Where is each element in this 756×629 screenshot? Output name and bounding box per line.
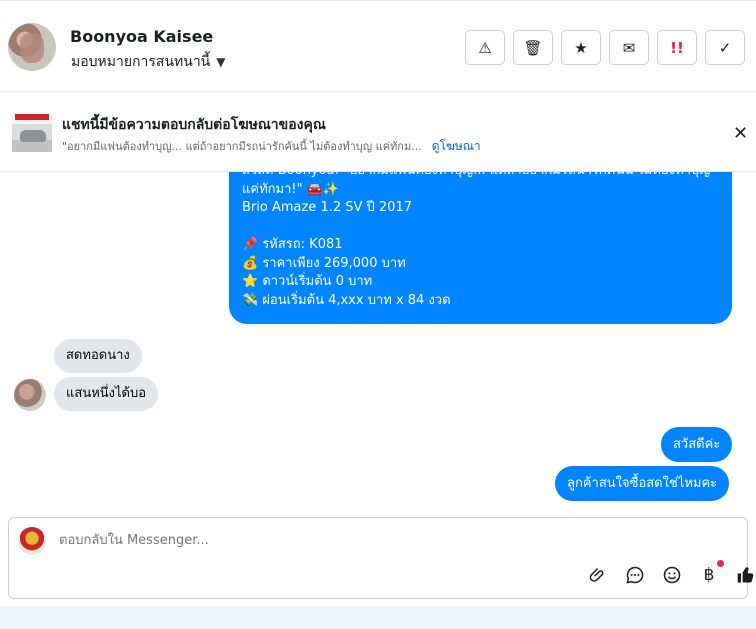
baht-icon[interactable]: ฿ xyxy=(698,560,724,586)
message-line: แค่ทักมา!" 🚘✨ xyxy=(242,181,340,197)
caret-down-icon: ▼ xyxy=(216,55,226,69)
done-button[interactable]: ✓ xyxy=(705,30,745,65)
important-button[interactable]: !! xyxy=(657,30,697,65)
ad-banner-title: แชทนี้มีข้อความตอบกลับต่อโฆษณาของคุณ xyxy=(62,117,326,133)
incoming-message-bubble[interactable]: สดทอดนาง xyxy=(54,339,142,373)
contact-avatar-small[interactable] xyxy=(14,379,46,411)
warning-button[interactable]: ⚠ xyxy=(465,30,505,65)
ad-excerpt: "อยากมีแฟนต้องทำบุญ... แต่ถ้าอยากมีรถน่า… xyxy=(62,140,422,153)
thumbs-up-icon[interactable] xyxy=(735,564,756,586)
composer-toolbar: ฿ xyxy=(587,560,756,586)
delete-button[interactable]: 🗑 xyxy=(513,30,553,65)
notification-dot xyxy=(717,560,724,567)
message-line: สวัสดี Boonyoa! "อยากมีแฟนต้องทำบุญ... แ… xyxy=(242,172,720,181)
chat-icon[interactable] xyxy=(624,564,646,586)
message-thread[interactable]: สวัสดี Boonyoa! "อยากมีแฟนต้องทำบุญ... แ… xyxy=(0,172,756,517)
mail-icon: ✉ xyxy=(622,38,636,57)
assign-label: มอบหมายการสนทนานี้ xyxy=(71,54,211,70)
check-icon: ✓ xyxy=(718,38,732,57)
trash-icon: 🗑 xyxy=(523,38,543,57)
header-actions: ⚠ 🗑 ★ ✉ !! ✓ xyxy=(465,30,745,65)
conversation-header: Boonyoa Kaisee มอบหมายการสนทนานี้ ▼ ⚠ 🗑 … xyxy=(0,0,756,92)
reply-input[interactable] xyxy=(57,532,621,549)
contact-avatar[interactable] xyxy=(8,23,56,71)
view-ad-link[interactable]: ดูโฆษณา xyxy=(432,137,481,156)
paperclip-icon[interactable] xyxy=(587,564,609,586)
ad-thumbnail[interactable] xyxy=(12,112,52,152)
ad-reply-banner: แชทนี้มีข้อความตอบกลับต่อโฆษณาของคุณ "อย… xyxy=(0,92,756,172)
star-icon: ★ xyxy=(574,38,588,57)
incoming-message-bubble[interactable]: แสนหนึ่งได้บอ xyxy=(54,377,159,411)
close-icon[interactable]: ✕ xyxy=(733,123,748,144)
contact-name[interactable]: Boonyoa Kaisee xyxy=(70,27,213,46)
message-line: Brio Amaze 1.2 SV ปี 2017 xyxy=(242,200,412,215)
outgoing-message-bubble[interactable]: สวัสดีค่ะ xyxy=(661,427,733,462)
important-icon: !! xyxy=(670,38,684,57)
assign-conversation-dropdown[interactable]: มอบหมายการสนทนานี้ ▼ xyxy=(71,51,225,73)
ad-description-row: "อยากมีแฟนต้องทำบุญ... แต่ถ้าอยากมีรถน่า… xyxy=(62,137,481,156)
warning-icon: ⚠ xyxy=(478,38,492,57)
message-line: 💰 ราคาเพียง 269,000 บาท xyxy=(242,255,406,271)
page-avatar xyxy=(18,527,46,555)
message-line: ⭐ ดาวน์เริ่มต้น 0 บาท xyxy=(242,274,373,289)
outgoing-message-bubble[interactable]: ลูกค้าสนใจซื้อสดใช่ไหมคะ xyxy=(555,466,730,501)
message-line: 📌 รหัสรถ: K081 xyxy=(242,237,343,252)
message-line: 💸 ผ่อนเริ่มต้น 4,xxx บาท x 84 งวด xyxy=(242,292,451,308)
mail-button[interactable]: ✉ xyxy=(609,30,649,65)
star-button[interactable]: ★ xyxy=(561,30,601,65)
emoji-icon[interactable] xyxy=(661,564,683,586)
reply-composer: ฿ xyxy=(8,517,754,599)
bottom-strip xyxy=(0,606,756,629)
outgoing-message-bubble[interactable]: สวัสดี Boonyoa! "อยากมีแฟนต้องทำบุญ... แ… xyxy=(229,172,732,324)
message-line xyxy=(242,218,720,237)
